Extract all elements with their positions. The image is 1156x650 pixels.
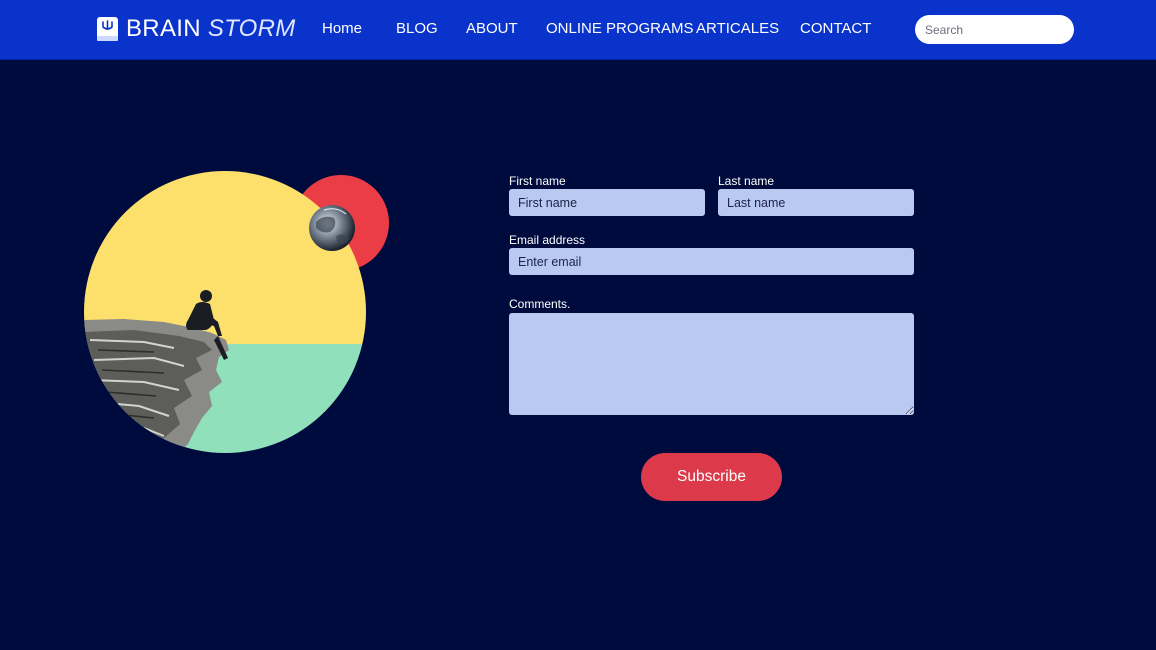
nav-about[interactable]: ABOUT [466, 20, 518, 37]
nav-home[interactable]: Home [322, 20, 362, 37]
comments-textarea[interactable] [509, 313, 914, 415]
nav-online-programs[interactable]: ONLINE PROGRAMS [546, 20, 694, 37]
hero-illustration [84, 170, 394, 460]
first-name-label: First name [509, 174, 566, 188]
comments-label: Comments. [509, 297, 571, 311]
nav-articales[interactable]: ARTICALES [696, 20, 779, 37]
last-name-input[interactable] [718, 189, 914, 216]
brand-logo[interactable]: BRAIN STORM [96, 14, 296, 44]
nav-blog[interactable]: BLOG [396, 20, 438, 37]
first-name-input[interactable] [509, 189, 705, 216]
brand-name-regular: BRAIN [126, 15, 201, 42]
subscribe-button[interactable]: Subscribe [641, 453, 782, 501]
email-input[interactable] [509, 248, 914, 275]
last-name-label: Last name [718, 174, 775, 188]
earth-globe [309, 205, 355, 251]
top-navbar: BRAIN STORM Home BLOG ABOUT ONLINE PROGR… [0, 0, 1156, 60]
brand-name-italic: STORM [207, 15, 296, 42]
brand-name: BRAIN STORM [126, 15, 296, 43]
nav-contact[interactable]: CONTACT [800, 20, 871, 37]
book-logo-icon [96, 16, 119, 42]
search-input[interactable] [915, 15, 1074, 44]
email-label: Email address [509, 233, 586, 247]
